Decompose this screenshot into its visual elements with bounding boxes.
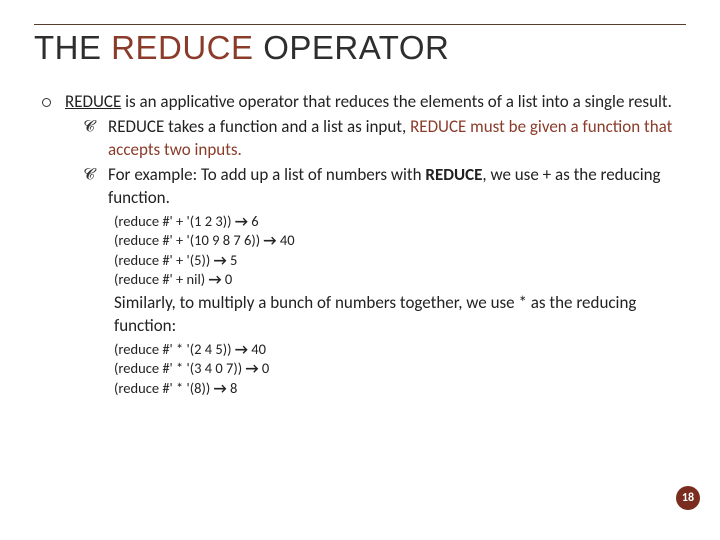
intro-underline: REDUCE xyxy=(65,91,121,112)
code-result: 40 xyxy=(277,231,295,249)
code-expr: (reduce #' * '(2 4 5)) xyxy=(114,340,235,358)
slide-title: THE REDUCE OPERATOR xyxy=(34,29,686,67)
code-line: (reduce #' * '(3 4 0 7)) → 0 xyxy=(114,359,686,379)
top-separator xyxy=(34,24,686,25)
arrow-icon: → xyxy=(214,251,227,269)
code-result: 6 xyxy=(248,212,259,230)
sub2-text: For example: To add up a list of numbers… xyxy=(108,164,686,210)
sub-bullets: 𝓒 REDUCE takes a function and a list as … xyxy=(42,116,686,210)
arrow-icon: → xyxy=(245,359,258,377)
followup-text: Similarly, to multiply a bunch of number… xyxy=(42,292,686,338)
title-accent: REDUCE xyxy=(111,29,263,66)
code-line: (reduce #' * '(2 4 5)) → 40 xyxy=(114,340,686,360)
code-line: (reduce #' + nil) → 0 xyxy=(114,270,686,290)
code-result: 40 xyxy=(248,340,266,358)
bullet-level1: REDUCE is an applicative operator that r… xyxy=(42,91,686,114)
sub1-text: REDUCE takes a function and a list as in… xyxy=(108,116,686,162)
sub-bullet-2: 𝓒 For example: To add up a list of numbe… xyxy=(78,164,686,210)
title-suffix: OPERATOR xyxy=(263,29,449,66)
script-bullet-icon: 𝓒 xyxy=(78,166,100,184)
code-line: (reduce #' + '(5)) → 5 xyxy=(114,251,686,271)
code-block-1: (reduce #' + '(1 2 3)) → 6(reduce #' + '… xyxy=(42,212,686,290)
code-expr: (reduce #' * '(3 4 0 7)) xyxy=(114,359,245,377)
intro-text: REDUCE is an applicative operator that r… xyxy=(65,91,672,114)
slide: THE REDUCE OPERATOR REDUCE is an applica… xyxy=(0,0,720,540)
content-block: REDUCE is an applicative operator that r… xyxy=(34,91,686,399)
code-expr: (reduce #' + '(5)) xyxy=(114,251,214,269)
sub-bullet-1: 𝓒 REDUCE takes a function and a list as … xyxy=(78,116,686,162)
arrow-icon: → xyxy=(235,340,248,358)
code-result: 0 xyxy=(259,359,270,377)
code-expr: (reduce #' + nil) xyxy=(114,270,208,288)
code-result: 0 xyxy=(222,270,233,288)
code-block-2: (reduce #' * '(2 4 5)) → 40(reduce #' * … xyxy=(42,340,686,399)
title-prefix: THE xyxy=(34,29,111,66)
sub2-a: For example: To add up a list of numbers… xyxy=(108,164,425,185)
arrow-icon: → xyxy=(208,270,221,288)
arrow-icon: → xyxy=(235,212,248,230)
code-line: (reduce #' * '(8)) → 8 xyxy=(114,379,686,399)
arrow-icon: → xyxy=(214,379,227,397)
arrow-icon: → xyxy=(263,231,276,249)
sub1-a: REDUCE takes a function and a list as in… xyxy=(108,116,410,137)
code-result: 5 xyxy=(227,251,238,269)
code-line: (reduce #' + '(1 2 3)) → 6 xyxy=(114,212,686,232)
page-number-badge: 18 xyxy=(676,486,700,510)
code-expr: (reduce #' * '(8)) xyxy=(114,379,214,397)
page-number: 18 xyxy=(682,491,694,505)
code-expr: (reduce #' + '(1 2 3)) xyxy=(114,212,235,230)
intro-rest: is an applicative operator that reduces … xyxy=(121,91,672,112)
code-result: 8 xyxy=(227,379,238,397)
script-bullet-icon: 𝓒 xyxy=(78,118,100,136)
circle-bullet-icon xyxy=(42,98,51,107)
sub2-bold: REDUCE xyxy=(425,164,482,185)
code-expr: (reduce #' + '(10 9 8 7 6)) xyxy=(114,231,263,249)
code-line: (reduce #' + '(10 9 8 7 6)) → 40 xyxy=(114,231,686,251)
